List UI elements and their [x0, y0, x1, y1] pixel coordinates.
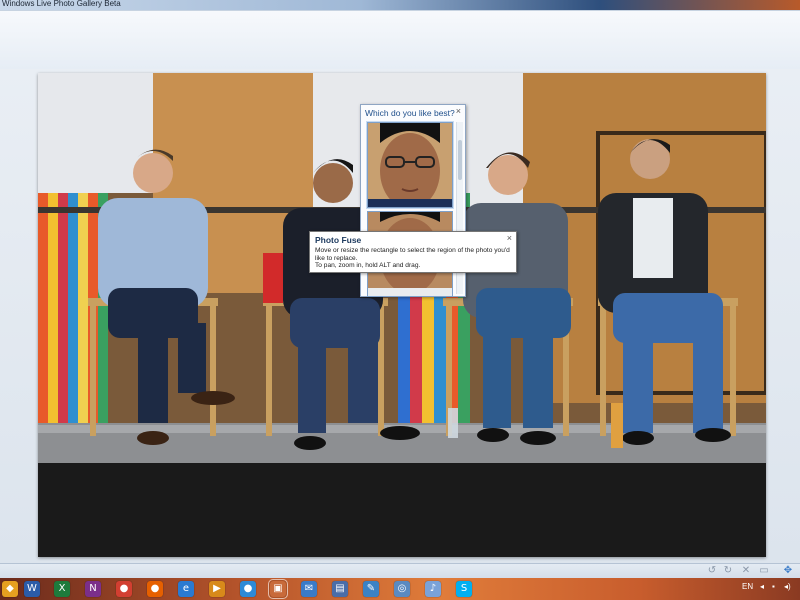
face-option-1[interactable]: [367, 122, 453, 208]
tooltip-close-button[interactable]: ×: [507, 233, 512, 243]
undo-icon[interactable]: ↺: [706, 565, 718, 577]
tooltip-instruction: Move or resize the rectangle to select t…: [315, 247, 510, 262]
redo-icon[interactable]: ↻: [722, 565, 734, 577]
wlm-icon[interactable]: ●: [240, 581, 256, 597]
view-icon[interactable]: ▭: [758, 565, 770, 577]
photo-fuse-tooltip: Photo Fuse × Move or resize the rectangl…: [309, 231, 517, 273]
photo-viewer: Which do you like best? × Photo Fuse × M…: [0, 69, 800, 563]
face-thumbnail-1: [368, 123, 452, 207]
choice-panel-close-button[interactable]: ×: [456, 106, 461, 116]
windows-taskbar: ◆ W X N ● ● e ▶ ● ▣ ✉ ▤ ✎ ◎ ♪ S EN ◂ ▪ ◂): [0, 578, 800, 600]
window-title: Windows Live Photo Gallery Beta: [2, 0, 121, 8]
itunes-icon[interactable]: ♪: [425, 581, 441, 597]
word-icon[interactable]: W: [24, 581, 40, 597]
chrome-icon[interactable]: ●: [116, 581, 132, 597]
photo-gallery-icon[interactable]: ▣: [268, 579, 288, 599]
ribbon-toolbar: [0, 10, 800, 70]
onenote-icon[interactable]: N: [85, 581, 101, 597]
network-tray-icon[interactable]: ▪: [772, 582, 775, 591]
volume-tray-icon[interactable]: ◂): [784, 582, 791, 591]
panel-photo[interactable]: Which do you like best? × Photo Fuse × M…: [38, 73, 766, 557]
scrollbar-thumb[interactable]: [458, 140, 462, 180]
viewer-control-bar: ↺ ↻ ✕ ▭ ✥: [0, 563, 800, 579]
writer-icon[interactable]: ✎: [363, 581, 379, 597]
skype-icon[interactable]: S: [456, 581, 472, 597]
tooltip-title: Photo Fuse: [315, 235, 362, 245]
mail-icon[interactable]: ✉: [301, 581, 317, 597]
title-bar: Windows Live Photo Gallery Beta: [0, 0, 800, 10]
fit-icon[interactable]: ✥: [782, 565, 794, 577]
choice-panel-header: Which do you like best?: [365, 108, 455, 118]
excel-icon[interactable]: X: [54, 581, 70, 597]
media-player-icon[interactable]: ▶: [209, 581, 225, 597]
start-icon[interactable]: ◆: [2, 581, 18, 597]
firefox-icon[interactable]: ●: [147, 581, 163, 597]
language-indicator[interactable]: EN: [742, 582, 753, 591]
tray-arrow-icon[interactable]: ◂: [760, 582, 764, 591]
network-icon[interactable]: ◎: [394, 581, 410, 597]
ie-icon[interactable]: e: [178, 581, 194, 597]
movie-maker-icon[interactable]: ▤: [332, 581, 348, 597]
delete-icon[interactable]: ✕: [740, 565, 752, 577]
tooltip-pan-hint: To pan, zoom in, hold ALT and drag.: [315, 262, 421, 269]
